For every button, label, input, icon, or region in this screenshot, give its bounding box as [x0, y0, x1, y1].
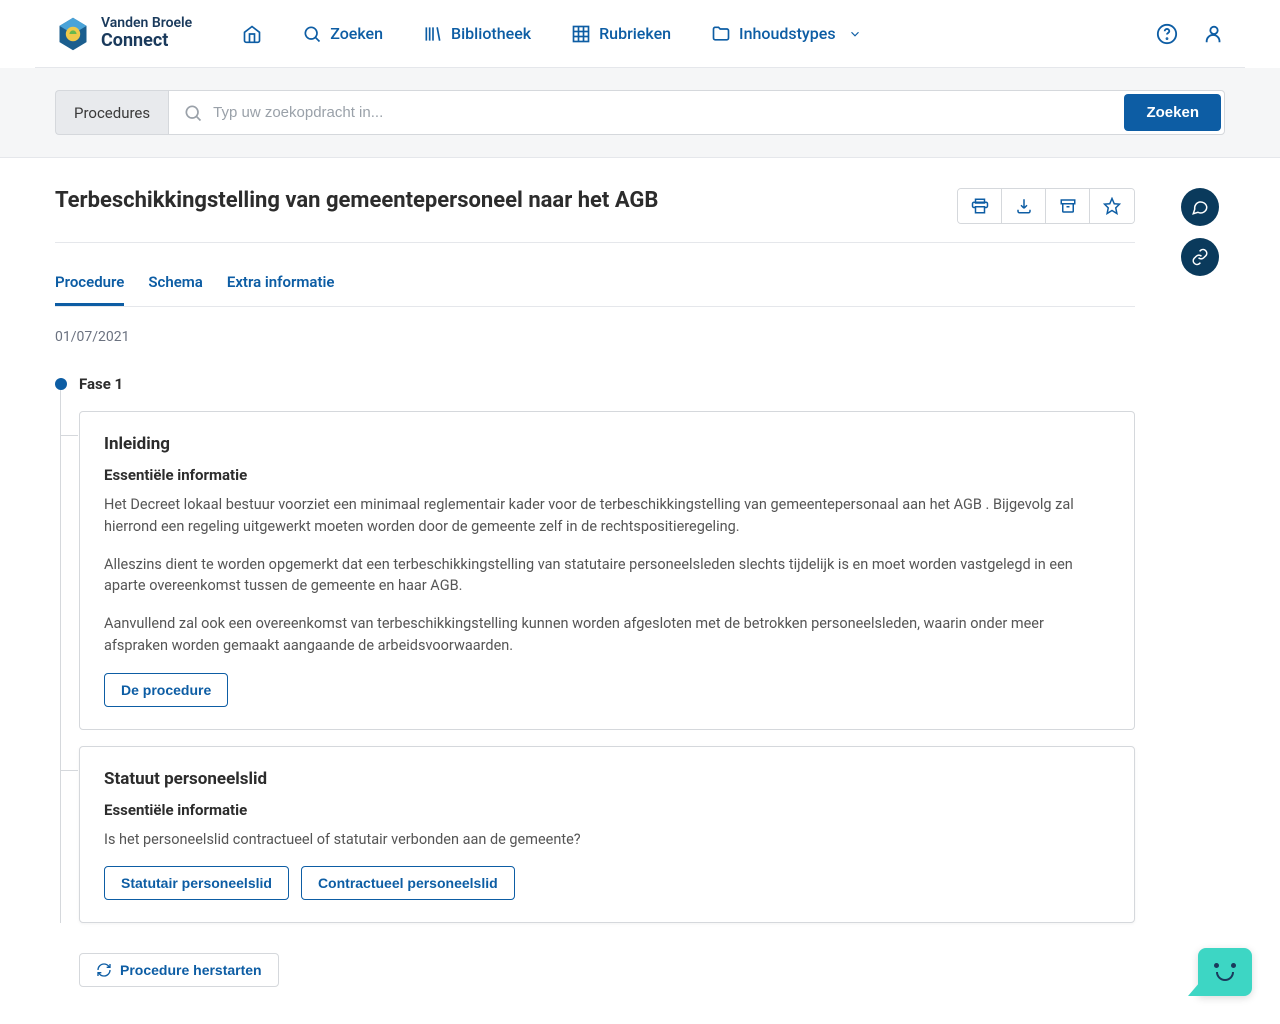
- card1-p3: Aanvullend zal ook een overeenkomst van …: [104, 613, 1110, 657]
- nav-sections[interactable]: Rubrieken: [571, 24, 671, 44]
- folder-icon: [711, 24, 731, 44]
- brand-line2: Connect: [101, 31, 192, 51]
- print-button[interactable]: [958, 189, 1002, 223]
- chevron-down-icon: [848, 27, 862, 41]
- restart-button[interactable]: Procedure herstarten: [79, 953, 279, 987]
- help-icon[interactable]: [1156, 23, 1178, 45]
- card2-subtitle: Essentiële informatie: [104, 801, 1110, 819]
- card1-p2: Alleszins dient te worden opgemerkt dat …: [104, 554, 1110, 598]
- brand-logo[interactable]: Vanden Broele Connect: [55, 16, 192, 52]
- archive-button[interactable]: [1046, 189, 1090, 223]
- search-button[interactable]: Zoeken: [1124, 94, 1221, 131]
- nav-home[interactable]: [242, 24, 262, 44]
- tab-schema[interactable]: Schema: [148, 273, 203, 306]
- card-statuut: Statuut personeelslid Essentiële informa…: [79, 746, 1135, 924]
- card2-question: Is het personeelslid contractueel of sta…: [104, 829, 1110, 851]
- nav-sections-label: Rubrieken: [599, 24, 671, 43]
- user-icon[interactable]: [1203, 23, 1225, 45]
- card2-option-contractueel[interactable]: Contractueel personeelslid: [301, 866, 515, 900]
- search-icon: [302, 24, 322, 44]
- tab-procedure[interactable]: Procedure: [55, 273, 124, 306]
- search-input[interactable]: [203, 91, 1121, 134]
- phase-label: Fase 1: [79, 375, 123, 393]
- search-input-icon: [183, 103, 203, 123]
- card1-subtitle: Essentiële informatie: [104, 466, 1110, 484]
- link-icon: [1191, 248, 1209, 266]
- grid-icon: [571, 24, 591, 44]
- brand-line1: Vanden Broele: [101, 16, 192, 31]
- phase-dot-icon: [55, 378, 67, 390]
- card2-title: Statuut personeelslid: [104, 769, 1110, 789]
- tab-extra[interactable]: Extra informatie: [227, 273, 335, 306]
- logo-mark-icon: [55, 16, 91, 52]
- chat-face-icon: [1210, 963, 1240, 981]
- comment-button[interactable]: [1181, 188, 1219, 226]
- refresh-icon: [96, 962, 112, 978]
- home-icon: [242, 24, 262, 44]
- search-category[interactable]: Procedures: [55, 90, 168, 135]
- library-icon: [423, 24, 443, 44]
- nav-library[interactable]: Bibliotheek: [423, 24, 531, 44]
- page-title: Terbeschikkingstelling van gemeenteperso…: [55, 188, 658, 213]
- nav-search-label: Zoeken: [330, 24, 383, 43]
- card2-option-statutair[interactable]: Statutair personeelslid: [104, 866, 289, 900]
- archive-icon: [1059, 197, 1077, 215]
- page-date: 01/07/2021: [55, 329, 1135, 345]
- comment-icon: [1191, 198, 1209, 216]
- card1-action-button[interactable]: De procedure: [104, 673, 228, 707]
- action-group: [957, 188, 1135, 224]
- chat-widget[interactable]: [1198, 948, 1252, 996]
- card1-p1: Het Decreet lokaal bestuur voorziet een …: [104, 494, 1110, 538]
- star-icon: [1103, 197, 1121, 215]
- card-inleiding: Inleiding Essentiële informatie Het Decr…: [79, 411, 1135, 730]
- nav-content-types-label: Inhoudstypes: [739, 24, 836, 43]
- nav-search[interactable]: Zoeken: [302, 24, 383, 44]
- nav-library-label: Bibliotheek: [451, 24, 531, 43]
- print-icon: [971, 197, 989, 215]
- favorite-button[interactable]: [1090, 189, 1134, 223]
- card1-title: Inleiding: [104, 434, 1110, 454]
- download-button[interactable]: [1002, 189, 1046, 223]
- download-icon: [1015, 197, 1033, 215]
- link-button[interactable]: [1181, 238, 1219, 276]
- nav-content-types[interactable]: Inhoudstypes: [711, 24, 862, 44]
